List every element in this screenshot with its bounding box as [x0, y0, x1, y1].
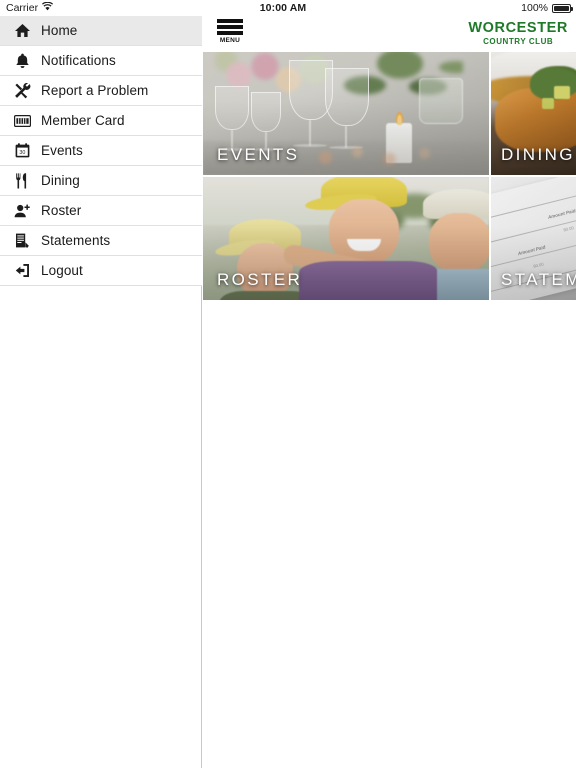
tile-statements-label: STATEM	[501, 270, 576, 289]
sidebar: Home Notifications Report a Problem Memb…	[0, 16, 202, 768]
app-topbar: MENU WORCESTER COUNTRY CLUB	[203, 16, 576, 52]
sidebar-item-label: Notifications	[41, 53, 116, 68]
document-icon	[8, 230, 36, 252]
sidebar-item-logout[interactable]: Logout	[0, 256, 202, 286]
hamburger-icon	[217, 19, 243, 37]
sidebar-item-member-card[interactable]: Member Card	[0, 106, 202, 136]
sidebar-item-label: Report a Problem	[41, 83, 149, 98]
person-add-icon	[8, 200, 36, 222]
club-logo: WORCESTER COUNTRY CLUB	[468, 21, 568, 46]
logo-line-2: COUNTRY CLUB	[483, 36, 554, 46]
sidebar-menu-list: Home Notifications Report a Problem Memb…	[0, 16, 202, 286]
sidebar-item-statements[interactable]: Statements	[0, 226, 202, 256]
tile-statements[interactable]: Charge 81.00 Amount Paid 80.00 Amount Pa…	[491, 177, 576, 300]
menu-button-label: MENU	[219, 37, 241, 44]
tile-events[interactable]: EVENTS	[203, 52, 489, 175]
app-root: Carrier 10:00 AM 100% Home Notifications…	[0, 0, 576, 768]
tools-icon	[8, 80, 36, 102]
sidebar-item-label: Statements	[41, 233, 111, 248]
tile-dining[interactable]: DINING	[491, 52, 576, 175]
calendar-icon: 30	[8, 140, 36, 162]
status-bar: Carrier 10:00 AM 100%	[0, 0, 576, 16]
bell-icon	[8, 50, 36, 72]
tile-events-label: EVENTS	[217, 145, 300, 164]
fork-knife-icon	[8, 170, 36, 192]
sidebar-item-label: Dining	[41, 173, 80, 188]
status-bar-center: 10:00 AM	[0, 0, 576, 16]
tile-roster[interactable]: ROSTER	[203, 177, 489, 300]
home-icon	[8, 20, 36, 42]
sidebar-item-notifications[interactable]: Notifications	[0, 46, 202, 76]
sidebar-item-dining[interactable]: Dining	[0, 166, 202, 196]
sidebar-item-report-a-problem[interactable]: Report a Problem	[0, 76, 202, 106]
sidebar-item-label: Member Card	[41, 113, 125, 128]
battery-percent: 100%	[521, 2, 548, 14]
clock: 10:00 AM	[259, 2, 307, 14]
sidebar-item-label: Events	[41, 143, 83, 158]
status-bar-right: 100%	[521, 0, 573, 16]
tile-row-1: EVENTS DINING	[203, 52, 576, 175]
card-icon	[8, 110, 36, 132]
logo-line-1: WORCESTER	[468, 20, 568, 36]
sidebar-item-home[interactable]: Home	[0, 16, 202, 46]
sidebar-item-label: Logout	[41, 263, 83, 278]
tile-row-2: ROSTER Charge 81.00 Amount Paid 80.00	[203, 177, 576, 300]
svg-text:30: 30	[19, 150, 25, 156]
sidebar-item-roster[interactable]: Roster	[0, 196, 202, 226]
empty-content-area	[406, 335, 576, 768]
sidebar-item-events[interactable]: 30 Events	[0, 136, 202, 166]
tile-roster-label: ROSTER	[217, 270, 303, 289]
battery-full-icon	[552, 3, 573, 13]
main-panel: MENU WORCESTER COUNTRY CLUB EVENTS DININ…	[203, 16, 576, 768]
logout-icon	[8, 260, 36, 282]
tile-grid: EVENTS DINING ROSTER STATEM	[203, 52, 576, 300]
tile-dining-label: DINING	[501, 145, 575, 164]
menu-button[interactable]: MENU	[215, 19, 245, 49]
sidebar-item-label: Home	[41, 23, 78, 38]
sidebar-item-label: Roster	[41, 203, 82, 218]
